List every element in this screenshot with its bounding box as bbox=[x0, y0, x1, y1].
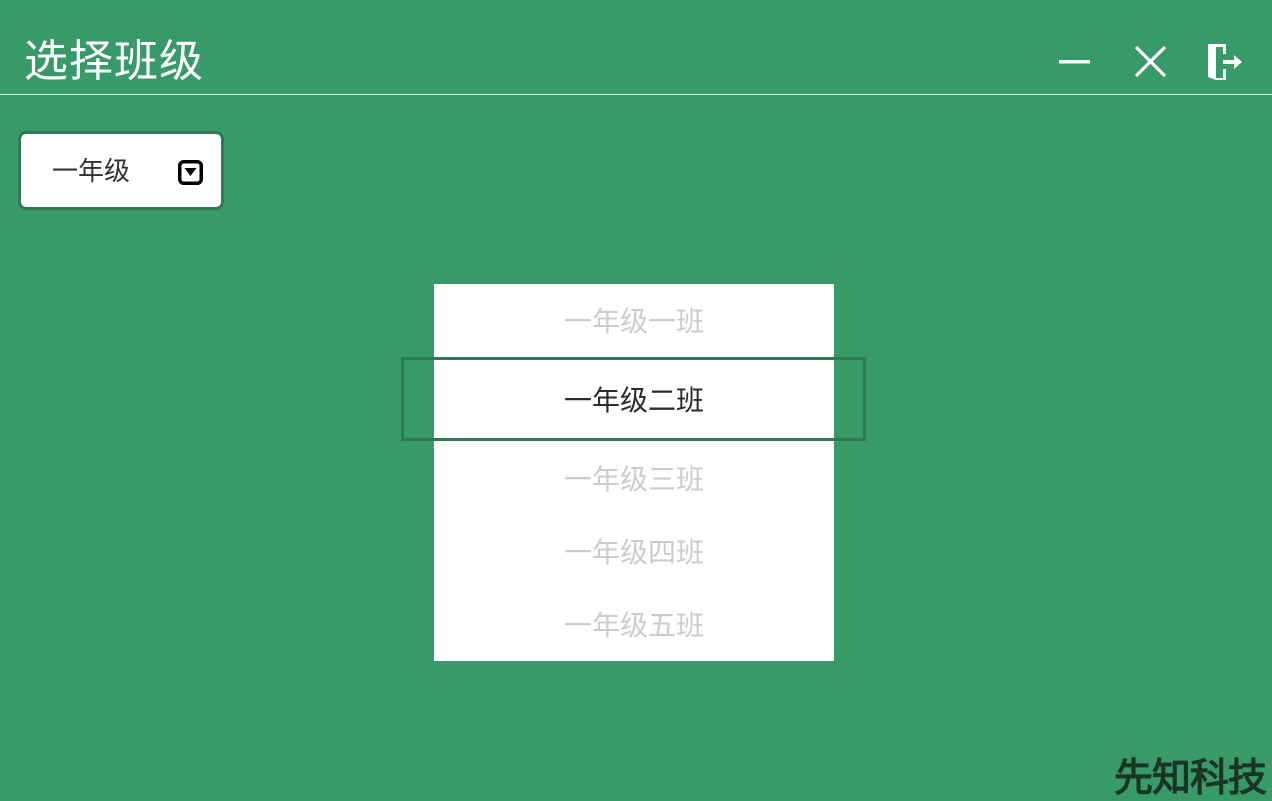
class-option[interactable]: 一年级四班 bbox=[434, 533, 834, 573]
exit-button[interactable] bbox=[1199, 37, 1249, 87]
exit-door-icon bbox=[1208, 44, 1242, 80]
page-title: 选择班级 bbox=[24, 36, 204, 87]
close-icon bbox=[1134, 45, 1167, 78]
class-option[interactable]: 一年级一班 bbox=[434, 302, 834, 342]
class-picker[interactable]: 一年级一班 一年级二班 一年级三班 一年级四班 一年级五班 bbox=[434, 284, 834, 661]
title-divider bbox=[0, 94, 1272, 95]
grade-select[interactable]: 一年级 bbox=[18, 131, 224, 210]
class-option[interactable]: 一年级三班 bbox=[434, 460, 834, 500]
dropdown-arrow-icon bbox=[178, 160, 203, 185]
class-option-selected[interactable]: 一年级二班 bbox=[434, 381, 834, 421]
minimize-icon bbox=[1059, 60, 1090, 64]
close-button[interactable] bbox=[1125, 37, 1175, 87]
brand-watermark: 先知科技 bbox=[1114, 757, 1267, 801]
minimize-button[interactable] bbox=[1049, 37, 1099, 87]
grade-select-value: 一年级 bbox=[52, 157, 131, 187]
class-option[interactable]: 一年级五班 bbox=[434, 606, 834, 646]
